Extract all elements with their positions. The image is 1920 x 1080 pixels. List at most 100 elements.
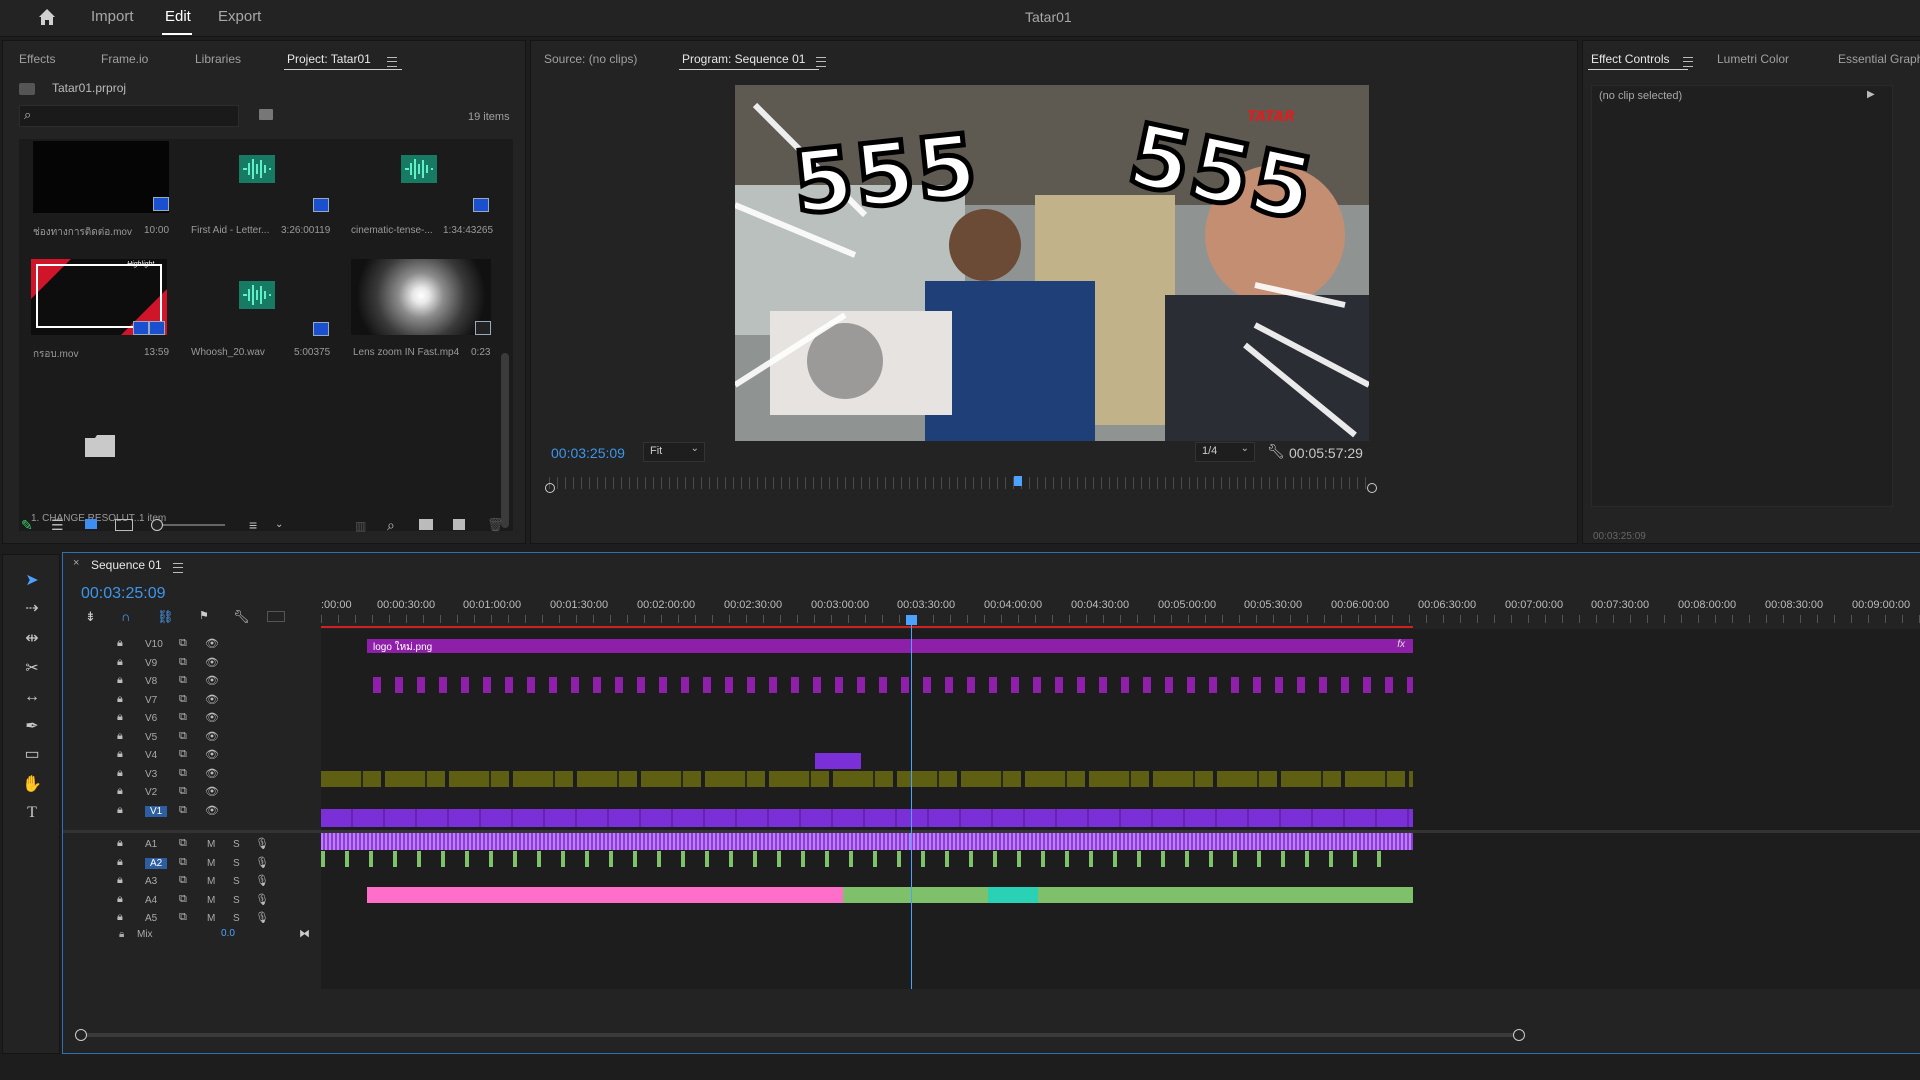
microphone-icon[interactable]: 🎙︎ [255,893,269,906]
chevron-down-icon[interactable]: ⌄ [275,519,283,530]
eye-icon[interactable]: 👁︎ [205,674,219,687]
panel-menu-icon[interactable] [1683,55,1693,70]
microphone-icon[interactable]: 🎙︎ [255,837,269,850]
mute-button[interactable]: M [207,895,215,906]
monitor-scrub-bar[interactable] [549,477,1371,489]
timeline-playhead[interactable] [911,615,912,989]
track-label[interactable]: A3 [145,876,157,887]
project-item-video[interactable]: Lens zoom IN Fast.mp4 0:23 [351,259,501,379]
type-tool-icon[interactable]: T [19,801,45,825]
solo-button[interactable]: S [233,858,240,869]
solo-button[interactable]: S [233,839,240,850]
track-label[interactable]: V9 [145,658,157,669]
track-label[interactable]: A5 [145,913,157,924]
hand-tool-icon[interactable]: ✋ [19,773,45,797]
freeform-view-icon[interactable] [115,519,133,531]
lock-icon[interactable]: 🔒︎ [117,804,123,817]
linked-selection-icon[interactable]: ⛓ [157,609,174,625]
mix-lock-icon[interactable]: 🔒︎ [119,929,124,940]
mute-button[interactable]: M [207,913,215,924]
a4-clip-teal[interactable] [988,887,1038,903]
track-label[interactable]: V10 [145,639,163,650]
tab-essential-graphics[interactable]: Essential Graph [1838,52,1920,66]
eye-icon[interactable]: 👁︎ [205,785,219,798]
tab-project[interactable]: Project: Tatar01 [287,52,371,66]
sync-lock-icon[interactable]: ⧉ [179,748,187,761]
sync-lock-icon[interactable]: ⧉ [179,911,187,924]
tab-effect-controls[interactable]: Effect Controls [1591,52,1669,66]
lock-icon[interactable]: 🔒︎ [117,893,123,906]
sync-lock-icon[interactable]: ⧉ [179,730,187,743]
solo-button[interactable]: S [233,913,240,924]
zoom-slider[interactable] [153,524,225,526]
captions-icon[interactable] [267,611,285,622]
razor-tool-icon[interactable]: ✂ [19,657,45,681]
lock-icon[interactable]: 🔒︎ [117,837,123,850]
resolution-dropdown[interactable]: 1/4 ⌄ [1195,442,1255,462]
new-bin-icon[interactable] [419,519,433,530]
list-view-icon[interactable]: ☰ [51,517,64,534]
timeline-scrollbar[interactable] [81,1033,1521,1037]
lock-icon[interactable]: 🔒︎ [117,767,123,780]
zoom-slider-handle[interactable] [151,519,163,531]
a4-clip[interactable] [367,887,843,903]
tab-frameio[interactable]: Frame.io [101,52,148,66]
tab-program[interactable]: Program: Sequence 01 [682,52,805,66]
eye-icon[interactable]: 👁︎ [205,637,219,650]
eye-icon[interactable]: 👁︎ [205,656,219,669]
work-area-bar[interactable] [321,626,1413,628]
scrub-start-handle[interactable] [545,483,555,493]
v3-clips[interactable] [321,771,1413,787]
sync-lock-icon[interactable]: ⧉ [179,656,187,669]
track-label[interactable]: V3 [145,769,157,780]
panel-menu-icon[interactable] [173,561,183,576]
lock-icon[interactable]: 🔒︎ [117,637,123,650]
sync-lock-icon[interactable]: ⧉ [179,674,187,687]
new-bin-from-search-icon[interactable] [259,109,273,120]
timeline-timecode[interactable]: 00:03:25:09 [81,585,166,603]
lock-icon[interactable]: 🔒︎ [117,711,123,724]
track-label[interactable]: V1 [145,805,168,817]
lock-icon[interactable]: 🔒︎ [117,693,123,706]
lock-icon[interactable]: 🔒︎ [117,730,123,743]
microphone-icon[interactable]: 🎙︎ [255,911,269,924]
track-label[interactable]: V4 [145,750,157,761]
timeline-playhead-handle[interactable] [906,615,917,625]
scroll-handle-right[interactable] [1513,1029,1525,1041]
add-marker-icon[interactable]: ⚑ [199,609,209,622]
sync-lock-icon[interactable]: ⧉ [179,893,187,906]
sync-lock-icon[interactable]: ⧉ [179,856,187,869]
nav-export[interactable]: Export [218,8,261,25]
mute-button[interactable]: M [207,876,215,887]
a1-clips[interactable] [321,833,1413,850]
v8-clips[interactable] [373,677,1413,693]
rectangle-tool-icon[interactable]: ▭ [19,743,45,767]
solo-button[interactable]: S [233,876,240,887]
snap-icon[interactable]: ∩ [121,609,130,624]
v1-clips[interactable] [321,809,1413,827]
close-icon[interactable]: × [73,557,79,569]
panel-menu-icon[interactable] [387,55,397,70]
track-label[interactable]: A2 [145,857,168,869]
eye-icon[interactable]: 👁︎ [205,693,219,706]
sync-lock-icon[interactable]: ⧉ [179,837,187,850]
lock-icon[interactable]: 🔒︎ [117,748,123,761]
sync-lock-icon[interactable]: ⧉ [179,874,187,887]
sync-lock-icon[interactable]: ⧉ [179,637,187,650]
eye-icon[interactable]: 👁︎ [205,730,219,743]
scroll-handle-left[interactable] [75,1029,87,1041]
pen-tool-icon[interactable]: ✒ [19,715,45,739]
project-item-video[interactable]: ช่องทางการติดต่อ.mov 10:00 [31,141,169,261]
lock-icon[interactable]: 🔒︎ [117,785,123,798]
project-item-audio[interactable]: cinematic-tense-... 1:34:43265 [351,141,501,261]
search-input[interactable]: ⌕ [19,105,239,127]
nav-import[interactable]: Import [91,8,134,25]
track-label[interactable]: A1 [145,839,157,850]
wrench-icon[interactable]: 🔧︎ [1267,443,1285,460]
track-label[interactable]: V5 [145,732,157,743]
track-label[interactable]: V7 [145,695,157,706]
nest-icon[interactable]: ⇟ [85,609,96,625]
selection-tool-icon[interactable]: ➤ [19,569,45,593]
mix-toggle-icon[interactable]: ⧓ [299,927,310,940]
tab-source[interactable]: Source: (no clips) [544,52,637,66]
